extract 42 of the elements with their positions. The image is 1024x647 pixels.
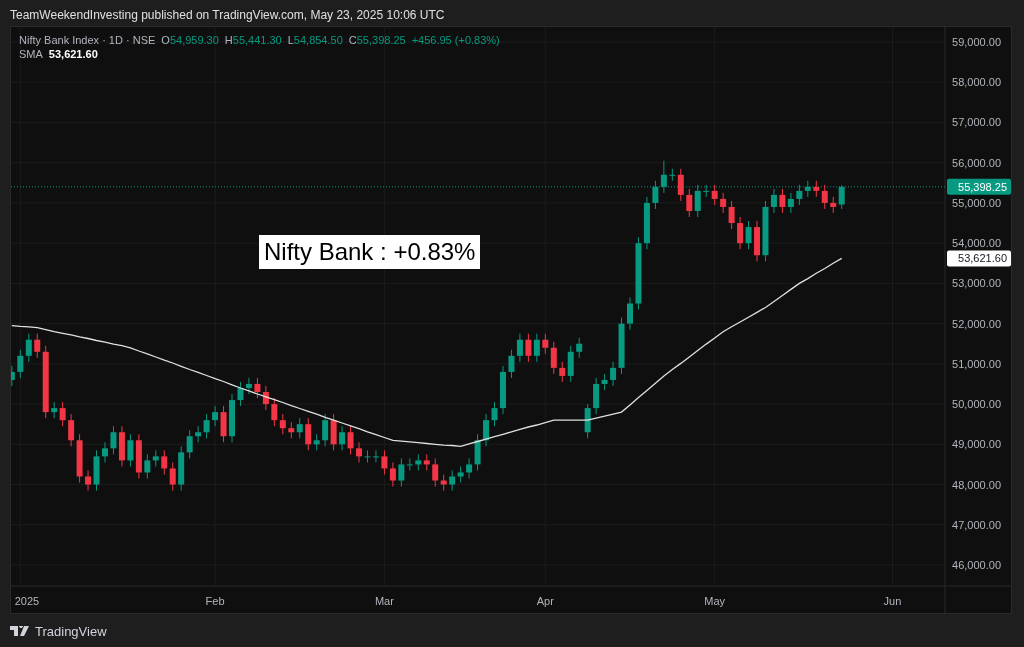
price-axis-label: 54,000.00 (952, 237, 1001, 250)
brand-name: TradingView (35, 623, 107, 639)
candlestick (229, 393, 235, 443)
ohlc-value: O54,959.30 (161, 34, 219, 46)
price-axis-label: 49,000.00 (952, 438, 1001, 451)
time-axis-label: Jun (883, 595, 902, 607)
publish-caption: TeamWeekendInvesting published on TradingView.com, May 23, 2025 10:06 UTC (9, 7, 446, 24)
price-change: +456.95 (+0.83%) (411, 34, 500, 46)
time-axis-label: Feb (205, 595, 225, 607)
time-axis-label: Apr (536, 595, 554, 607)
price-axis-label: 57,000.00 (952, 116, 1001, 129)
price-axis-label: 55,000.00 (952, 196, 1001, 209)
price-axis-label: 46,000.00 (952, 559, 1001, 571)
candlestick (754, 220, 760, 262)
ohlc-value: H55,441.30 (224, 34, 282, 46)
price-axis-label: 48,000.00 (952, 478, 1001, 491)
price-axis-label: 59,000.00 (952, 36, 1001, 48)
ohlc-value: C55,398.25 (348, 34, 406, 46)
indicator-name: SMA (19, 48, 43, 60)
price-axis-label: 50,000.00 (952, 398, 1001, 411)
price-axis-label: 52,000.00 (952, 317, 1001, 330)
sma-value-tag: 53,621.60 (947, 250, 1011, 267)
time-axis-label: Mar (374, 595, 394, 607)
symbol-title: Nifty Bank Index · 1D · NSE (19, 34, 156, 46)
ohlc-value: L54,854.50 (287, 34, 343, 46)
candlestick (102, 441, 108, 463)
candlestick (500, 365, 506, 415)
performance-label: Nifty Bank : +0.83% (259, 235, 481, 269)
candlestick (627, 296, 633, 331)
price-axis-label: 53,000.00 (952, 277, 1001, 290)
last-price-tag: 55,398.25 (947, 178, 1011, 195)
candlestick (584, 403, 591, 439)
indicator-value: 53,621.60 (48, 48, 98, 60)
candlestick (11, 365, 15, 387)
tv-logo-icon (10, 626, 30, 636)
price-axis-label: 56,000.00 (952, 156, 1001, 169)
price-axis-label: 58,000.00 (952, 76, 1001, 89)
time-axis-label: May (704, 595, 726, 607)
price-axis-label: 51,000.00 (952, 357, 1001, 370)
price-axis-label: 47,000.00 (952, 518, 1001, 531)
candlestick (576, 337, 583, 359)
time-axis-label: 2025 (14, 595, 40, 607)
